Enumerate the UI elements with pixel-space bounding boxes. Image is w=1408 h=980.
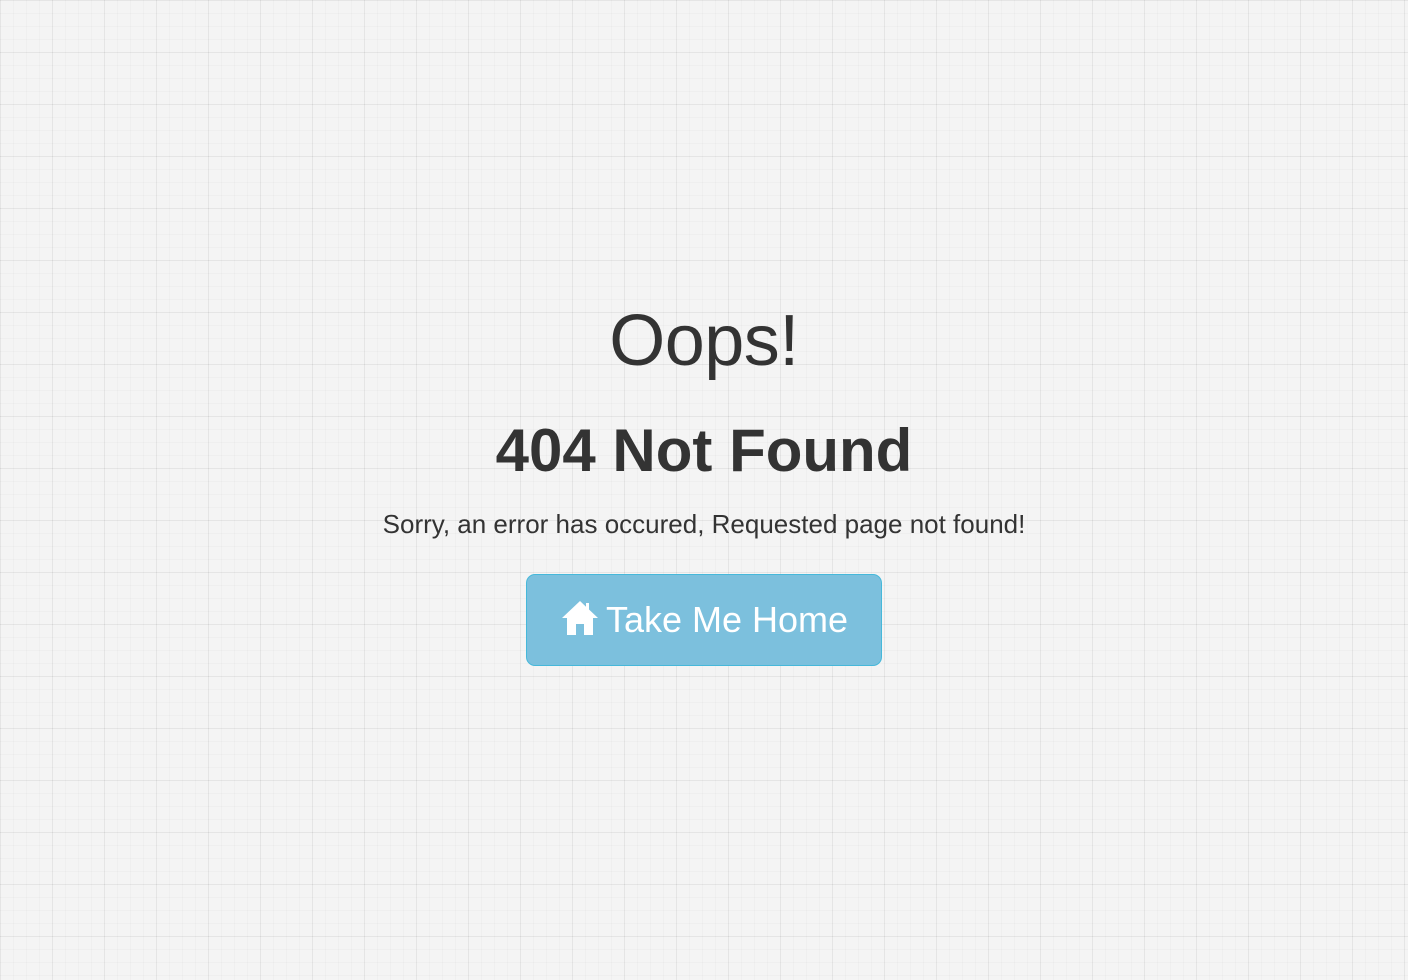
error-page: Oops! 404 Not Found Sorry, an error has … <box>0 0 1408 980</box>
error-message: Sorry, an error has occured, Requested p… <box>382 509 1026 539</box>
error-code-heading: 404 Not Found <box>495 417 913 484</box>
take-me-home-label: Take Me Home <box>605 599 849 640</box>
error-title: Oops! <box>609 301 799 381</box>
take-me-home-button[interactable]: Take Me Home <box>526 574 882 666</box>
home-icon <box>560 598 600 638</box>
